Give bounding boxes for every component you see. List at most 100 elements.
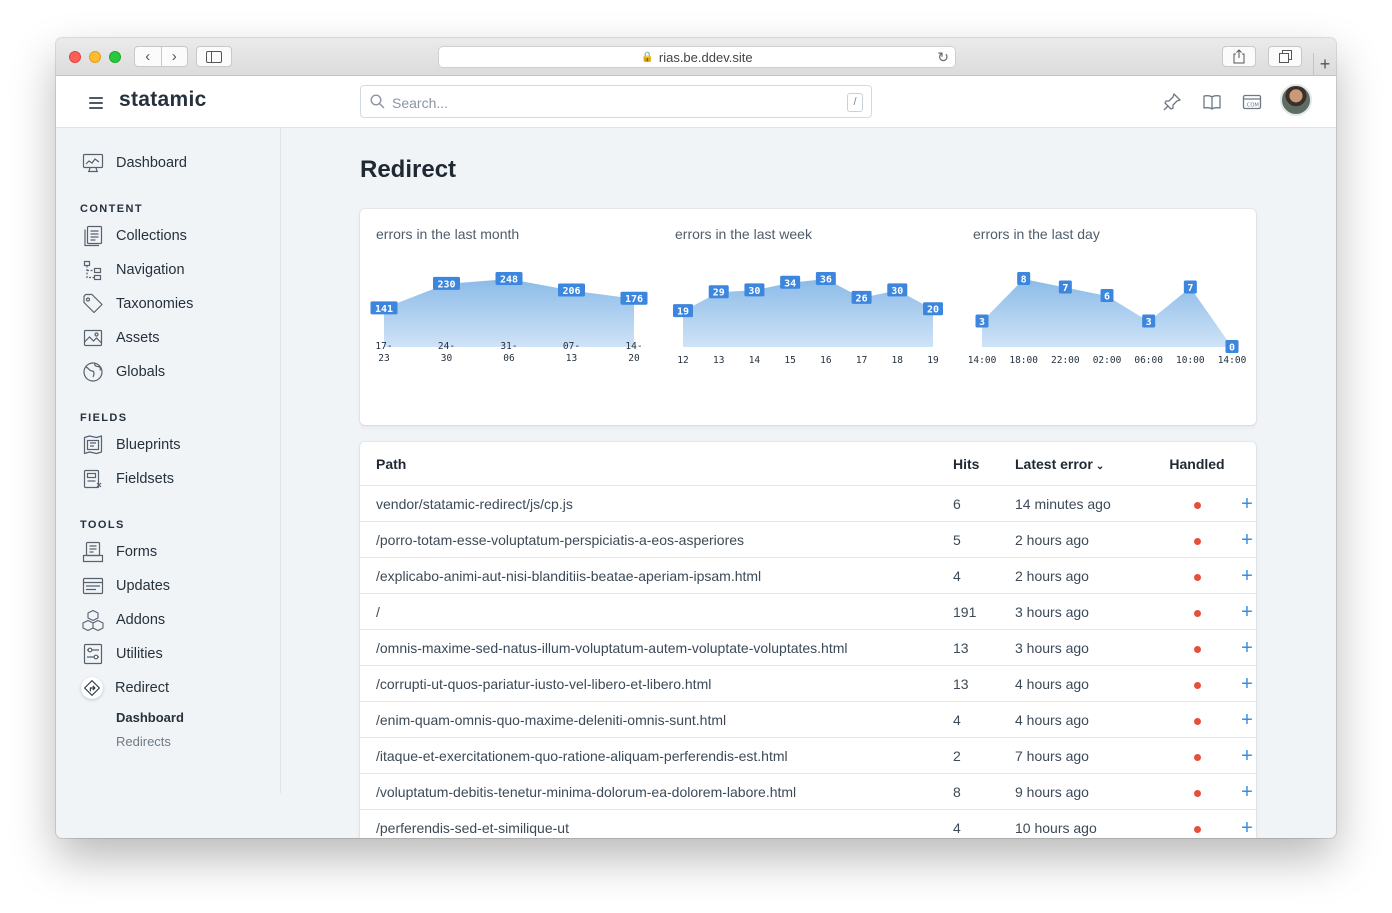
add-redirect-icon[interactable]: + <box>1241 817 1253 839</box>
row-path[interactable]: /itaque-et-exercitationem-quo-ratione-al… <box>360 737 953 774</box>
sidebar-item-taxonomies[interactable]: Taxonomies <box>82 293 193 315</box>
row-path[interactable]: / <box>360 593 953 630</box>
blueprint-icon <box>82 434 104 456</box>
sidebar-item-redirect[interactable]: Redirect <box>81 677 169 699</box>
dotcom-icon[interactable]: .COM <box>1242 92 1262 112</box>
add-redirect-icon[interactable]: + <box>1241 709 1253 731</box>
section-title-fields: FIELDS <box>80 412 128 424</box>
add-redirect-icon[interactable]: + <box>1241 745 1253 767</box>
data-label: 30 <box>748 286 760 297</box>
row-path[interactable]: /perferendis-sed-et-similique-ut <box>360 809 953 838</box>
row-handled <box>1156 629 1238 666</box>
sidebar-item-assets[interactable]: Assets <box>82 327 160 349</box>
row-path[interactable]: /corrupti-ut-quos-pariatur-iusto-vel-lib… <box>360 665 953 702</box>
menu-icon[interactable] <box>89 97 103 112</box>
add-redirect-icon[interactable]: + <box>1241 673 1253 695</box>
sidebar-item-forms[interactable]: Forms <box>82 541 157 563</box>
address-bar[interactable]: 🔒 rias.be.ddev.site ↻ <box>438 46 956 68</box>
data-label: 230 <box>437 279 455 290</box>
redirect-icon <box>81 677 103 699</box>
add-redirect-icon[interactable]: + <box>1241 601 1253 623</box>
chart-day: 314:00818:00722:00602:00306:00710:00014:… <box>968 272 1247 366</box>
column-header-hits[interactable]: Hits <box>953 442 1015 486</box>
error-charts-card: errors in the last month errors in the l… <box>360 209 1256 425</box>
row-path[interactable]: /enim-quam-omnis-quo-maxime-deleniti-omn… <box>360 701 953 738</box>
search-input[interactable] <box>390 90 834 115</box>
zoom-window-button[interactable] <box>109 51 121 63</box>
back-icon[interactable]: ‹ <box>135 47 161 66</box>
user-avatar[interactable] <box>1280 84 1312 116</box>
row-path[interactable]: /explicabo-animi-aut-nisi-blanditiis-bea… <box>360 557 953 594</box>
column-header-label: Latest error <box>1015 455 1093 472</box>
sidebar-toggle-button[interactable] <box>196 46 232 67</box>
add-redirect-icon[interactable]: + <box>1241 637 1253 659</box>
chevron-down-icon: ⌄ <box>1095 460 1105 472</box>
row-path[interactable]: /omnis-maxime-sed-natus-illum-voluptatum… <box>360 629 953 666</box>
x-tick-label: 14 <box>749 355 761 366</box>
add-redirect-icon[interactable]: + <box>1241 781 1253 803</box>
data-label: 141 <box>375 304 393 315</box>
forward-icon[interactable]: › <box>162 47 188 66</box>
row-path[interactable]: vendor/statamic-redirect/js/cp.js <box>360 485 953 522</box>
column-header-latest-error[interactable]: Latest error ⌄ <box>1015 442 1156 486</box>
tabs-overview-button[interactable] <box>1268 46 1302 67</box>
row-hits: 5 <box>953 521 1015 558</box>
sidebar-subitem-dashboard[interactable]: Dashboard <box>116 710 184 725</box>
unhandled-status-dot <box>1193 717 1201 725</box>
minimize-window-button[interactable] <box>89 51 101 63</box>
new-tab-icon[interactable]: + <box>1313 53 1336 75</box>
x-tick-label: 17-23 <box>375 341 392 364</box>
sidebar-item-navigation[interactable]: Navigation <box>82 259 185 281</box>
sidebar-item-fieldsets[interactable]: Fieldsets <box>82 468 174 490</box>
unhandled-status-dot <box>1193 645 1201 653</box>
data-label: 206 <box>562 286 580 297</box>
unhandled-status-dot <box>1193 609 1201 617</box>
table-header-row: Path Hits Latest error ⌄ Handled <box>360 442 1256 486</box>
sidebar-item-label: Forms <box>116 544 158 560</box>
sidebar-item-dashboard[interactable]: Dashboard <box>82 152 187 174</box>
sidebar-item-label: Taxonomies <box>116 296 194 312</box>
x-tick-label: 10:00 <box>1176 355 1205 366</box>
sidebar-item-addons[interactable]: Addons <box>82 609 166 632</box>
x-tick-label: 14:00 <box>1218 355 1247 366</box>
row-latest-error: 7 hours ago <box>1015 737 1156 774</box>
sidebar-item-updates[interactable]: Updates <box>82 575 170 597</box>
image-icon <box>82 327 104 349</box>
row-hits: 2 <box>953 737 1015 774</box>
data-label: 248 <box>500 275 518 286</box>
sidebar-item-collections[interactable]: Collections <box>82 225 187 247</box>
sidebar-item-label: Dashboard <box>116 155 187 171</box>
sidebar-item-label: Blueprints <box>116 437 181 453</box>
row-path[interactable]: /porro-totam-esse-voluptatum-perspiciati… <box>360 521 953 558</box>
data-label: 176 <box>625 294 643 305</box>
pin-icon[interactable] <box>1162 92 1182 112</box>
row-latest-error: 4 hours ago <box>1015 665 1156 702</box>
sidebar-item-globals[interactable]: Globals <box>82 361 165 383</box>
row-path[interactable]: /voluptatum-debitis-tenetur-minima-dolor… <box>360 773 953 810</box>
row-hits: 4 <box>953 557 1015 594</box>
x-tick-label: 15 <box>784 355 795 366</box>
sidebar-item-blueprints[interactable]: Blueprints <box>82 434 180 456</box>
sidebar-subitem-redirects[interactable]: Redirects <box>116 734 171 749</box>
sidebar-item-label: Addons <box>116 612 166 628</box>
column-header-handled[interactable]: Handled <box>1156 442 1238 486</box>
row-actions: + <box>1238 773 1256 810</box>
column-header-path[interactable]: Path <box>360 442 953 486</box>
unhandled-status-dot <box>1193 789 1201 797</box>
share-button[interactable] <box>1222 46 1256 67</box>
row-actions: + <box>1238 809 1256 839</box>
sidebar-icon <box>206 50 222 63</box>
book-icon[interactable] <box>1202 92 1222 112</box>
global-search[interactable]: / <box>360 85 872 118</box>
unhandled-status-dot <box>1193 501 1201 509</box>
app-header: statamic / .COM <box>56 76 1336 128</box>
add-redirect-icon[interactable]: + <box>1241 493 1253 515</box>
x-tick-label: 18 <box>892 355 904 366</box>
close-window-button[interactable] <box>69 51 81 63</box>
lock-icon: 🔒 <box>641 51 654 63</box>
sidebar-item-utilities[interactable]: Utilities <box>82 643 163 665</box>
brand-logo[interactable]: statamic <box>119 88 207 112</box>
reload-icon[interactable]: ↻ <box>937 49 949 66</box>
add-redirect-icon[interactable]: + <box>1241 529 1253 551</box>
add-redirect-icon[interactable]: + <box>1241 565 1253 587</box>
